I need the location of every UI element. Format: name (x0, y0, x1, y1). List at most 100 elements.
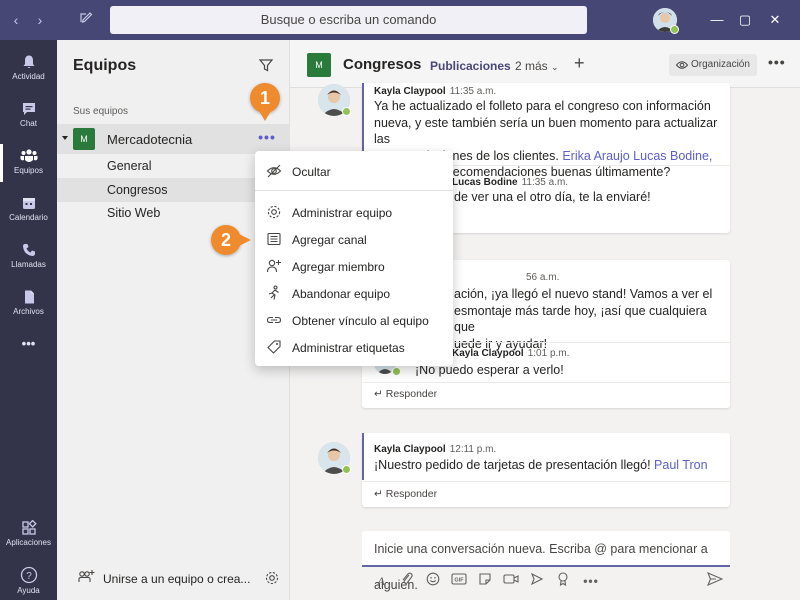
join-or-create-team[interactable]: Unirse a un equipo o crea... (57, 560, 290, 596)
menu-item-label: Ocultar (292, 165, 331, 179)
team-item-mercadotecnia[interactable]: M Mercadotecnia ••• (57, 124, 290, 154)
team-context-menu: Ocultar Administrar equipo Agregar canal… (255, 151, 453, 366)
svg-text:?: ? (26, 571, 32, 582)
menu-item-label: Administrar equipo (292, 206, 393, 220)
channel-title: Congresos (343, 56, 422, 73)
panel-title: Equipos (73, 57, 137, 74)
menu-separator (255, 190, 453, 191)
menu-item-manage-tags[interactable]: Administrar etiquetas (255, 334, 453, 361)
reply-text: de ver una el otro día, te la enviaré! (454, 190, 651, 204)
appbar-chat[interactable]: Chat (0, 93, 57, 140)
author-name: Kayla Claypool (452, 348, 524, 359)
reply-arrow-icon: ↵ (374, 388, 383, 400)
appbar-label: Ayuda (17, 586, 40, 595)
section-label: Sus equipos (73, 106, 129, 117)
meet-icon[interactable] (502, 572, 520, 590)
organization-button[interactable]: Organización (669, 54, 757, 76)
appbar-more-icon[interactable]: ••• (0, 329, 57, 376)
message-author: Kayla Claypool 12:11 p.m. (374, 444, 496, 455)
compose-icon[interactable] (76, 10, 96, 30)
teams-icon (20, 149, 37, 162)
message-card: Kayla Claypool 12:11 p.m. ¡Nuestro pedido… (362, 433, 730, 507)
search-input[interactable]: Busque o escriba un comando (110, 6, 587, 34)
appbar-label: Llamadas (11, 260, 46, 269)
apps-icon (21, 520, 37, 535)
appbar-teams[interactable]: Equipos (0, 140, 57, 187)
close-icon[interactable]: ✕ (765, 10, 785, 30)
menu-item-leave-team[interactable]: Abandonar equipo (255, 280, 453, 307)
appbar-help[interactable]: ? Ayuda (0, 558, 57, 600)
appbar-label: Calendario (9, 213, 48, 222)
appbar-activity[interactable]: Actividad (0, 46, 57, 93)
menu-item-add-member[interactable]: Agregar miembro (255, 253, 453, 280)
menu-item-manage-team[interactable]: Administrar equipo (255, 199, 453, 226)
header-more-icon[interactable]: ••• (768, 54, 786, 70)
author-name: Lucas Bodine (452, 177, 518, 188)
calendar-icon (22, 198, 35, 209)
praise-icon[interactable] (554, 572, 572, 590)
message-time: 11:35 a.m. (449, 86, 497, 97)
author-name: Kayla Claypool (374, 86, 446, 97)
minimize-icon[interactable]: — (707, 10, 727, 30)
send-icon[interactable] (706, 571, 724, 590)
message-author: Kayla Claypool 11:35 a.m. (374, 86, 496, 97)
menu-item-add-channel[interactable]: Agregar canal (255, 226, 453, 253)
reply-button[interactable]: ↵ Responder (374, 488, 437, 500)
more-options-icon[interactable]: ••• (582, 572, 600, 590)
app-bar: Actividad Chat Equipos Calendario Llamad… (0, 40, 57, 600)
forward-icon[interactable]: › (30, 10, 50, 30)
new-conversation-input[interactable]: Inicie una conversación nueva. Escriba @… (362, 531, 730, 592)
appbar-label: Aplicaciones (6, 538, 51, 547)
tab-more-dropdown[interactable]: 2 más ⌄ (515, 59, 559, 73)
add-tab-icon[interactable]: + (574, 53, 585, 74)
appbar-calendar[interactable]: Calendario (0, 187, 57, 234)
emoji-icon[interactable] (424, 572, 442, 590)
appbar-apps[interactable]: Aplicaciones (0, 512, 57, 559)
link-icon (266, 316, 282, 324)
join-team-label: Unirse a un equipo o crea... (103, 572, 251, 586)
file-icon (24, 290, 34, 304)
gif-icon[interactable]: GIF (450, 572, 468, 590)
menu-item-get-link[interactable]: Obtener vínculo al equipo (255, 307, 453, 334)
mention[interactable]: Paul Tron (654, 458, 708, 472)
svg-text:GIF: GIF (454, 578, 464, 584)
chevron-down-icon: ⌄ (551, 62, 559, 72)
message-line: Ya he actualizado el folleto para el con… (374, 99, 711, 113)
appbar-files[interactable]: Archivos (0, 281, 57, 328)
tab-publicaciones[interactable]: Publicaciones (430, 59, 511, 73)
message-author: 56 a.m. (522, 272, 559, 283)
appbar-label: Equipos (14, 166, 43, 175)
author-name: Kayla Claypool (374, 444, 446, 455)
callout-badge: 1 (250, 83, 280, 113)
back-icon[interactable]: ‹ (6, 10, 26, 30)
caret-down-icon[interactable] (62, 136, 68, 140)
message-time: 56 a.m. (526, 272, 560, 283)
reply-button[interactable]: ↵ Responder (374, 388, 437, 400)
message-time: 1:01 p.m. (527, 348, 570, 359)
maximize-icon[interactable]: ▢ (735, 10, 755, 30)
appbar-label: Archivos (13, 307, 44, 316)
channel-icon (267, 232, 281, 246)
channel-header: M Congresos Publicaciones 2 más ⌄ + Orga… (290, 40, 800, 88)
menu-item-hide[interactable]: Ocultar (255, 158, 453, 185)
reply-author: Lucas Bodine 11:35 a.m. (452, 177, 568, 188)
tab-more-label: 2 más (515, 59, 548, 73)
sticker-icon[interactable] (476, 572, 494, 590)
reply-arrow-icon: ↵ (374, 488, 383, 500)
attach-icon[interactable] (398, 572, 416, 590)
tag-icon (267, 340, 281, 354)
appbar-label: Chat (20, 119, 37, 128)
gear-icon[interactable] (264, 570, 280, 589)
add-member-icon (266, 259, 281, 273)
mention[interactable]: Erika Araujo Lucas Bodine, (562, 149, 712, 163)
hide-icon (266, 164, 282, 178)
reply-text: ¡No puedo esperar a verlo! (415, 363, 564, 377)
team-more-options-button[interactable]: ••• (257, 130, 277, 148)
team-avatar: M (73, 128, 95, 150)
presence-icon (342, 107, 351, 116)
filter-icon[interactable] (258, 57, 274, 76)
format-icon[interactable]: A (372, 572, 390, 590)
appbar-calls[interactable]: Llamadas (0, 234, 57, 281)
stream-icon[interactable] (528, 572, 546, 590)
bell-icon (23, 55, 34, 68)
